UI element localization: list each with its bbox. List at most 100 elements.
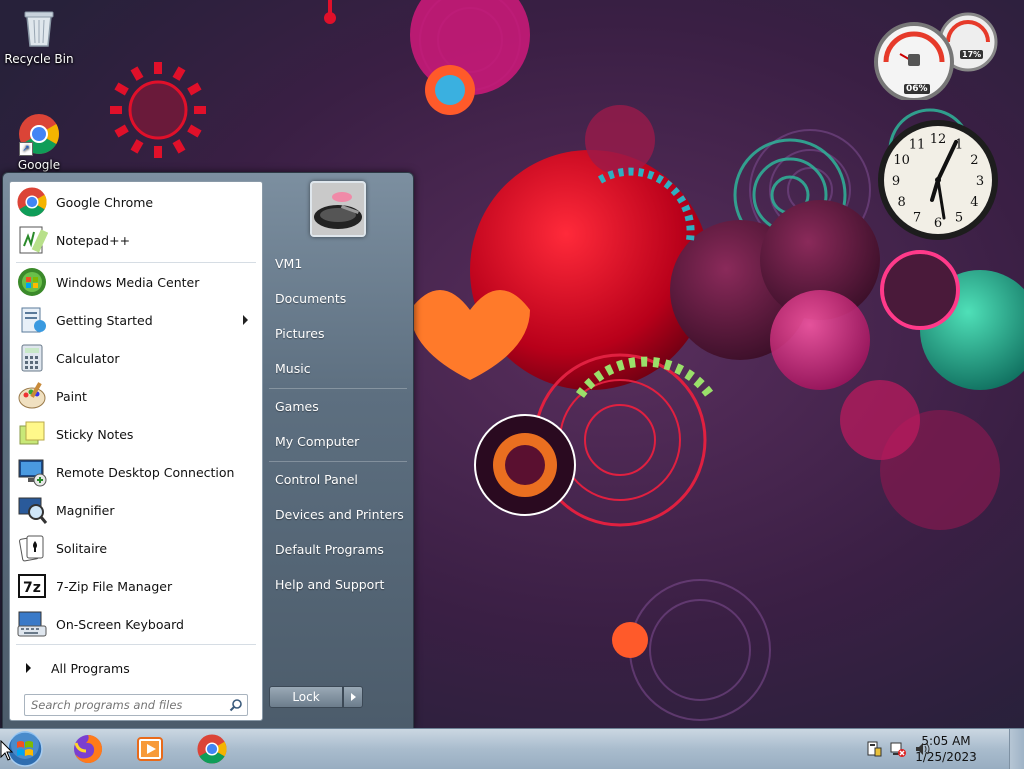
taskbar-firefox[interactable] — [62, 731, 114, 767]
getting-started-icon — [16, 304, 48, 336]
program-sticky-notes[interactable]: Sticky Notes — [12, 416, 260, 452]
place-link-devices-and-printers[interactable]: Devices and Printers — [275, 501, 409, 529]
submenu-arrow-icon — [243, 315, 248, 325]
program-calculator[interactable]: Calculator — [12, 340, 260, 376]
places-separator-2 — [269, 461, 407, 462]
lock-button[interactable]: Lock — [269, 686, 343, 708]
start-menu: Google Chrome Notepad++ Windows Media Cent… — [2, 172, 414, 730]
place-link-help-and-support[interactable]: Help and Support — [275, 571, 409, 599]
program-label: Calculator — [56, 350, 120, 366]
program-label: 7-Zip File Manager — [56, 578, 173, 594]
clock-number: 2 — [970, 153, 978, 168]
7zip-icon: 7z — [16, 570, 48, 602]
program-label: Notepad++ — [56, 232, 131, 248]
cpu-usage-readout: 06% — [904, 84, 930, 94]
program-remote-desktop-connection[interactable]: Remote Desktop Connection — [12, 454, 260, 490]
place-link-vm1[interactable]: VM1 — [275, 250, 409, 278]
pinned-separator — [16, 262, 256, 263]
keyboard-icon — [16, 608, 48, 640]
start-menu-places-pane: VM1 Documents Pictures Music Games My Compute… — [265, 173, 411, 729]
search-input[interactable] — [29, 697, 225, 713]
place-link-pictures[interactable]: Pictures — [275, 320, 409, 348]
show-desktop-button[interactable] — [1009, 729, 1024, 769]
magnifier-icon — [16, 494, 48, 526]
clock-number: 7 — [913, 210, 921, 225]
program-paint[interactable]: Paint — [12, 378, 260, 414]
media-center-icon — [16, 266, 48, 298]
program-label: Magnifier — [56, 502, 115, 518]
desktop-icon-google-chrome[interactable]: ↗ Google — [1, 112, 77, 172]
user-avatar-icon — [312, 183, 364, 235]
shortcut-arrow-icon: ↗ — [19, 142, 33, 156]
program-label: Paint — [56, 388, 87, 404]
program-getting-started[interactable]: Getting Started — [12, 302, 260, 338]
start-menu-programs-pane: Google Chrome Notepad++ Windows Media Cent… — [9, 181, 263, 721]
chrome-icon — [16, 186, 48, 218]
start-search-box[interactable] — [24, 694, 248, 716]
clock-number: 10 — [893, 153, 910, 168]
svg-text:7z: 7z — [23, 580, 41, 596]
program-notepad[interactable]: Notepad++ — [12, 222, 260, 258]
program-label: Google Chrome — [56, 194, 154, 210]
clock-number: 4 — [970, 195, 978, 210]
firefox-icon — [74, 734, 103, 763]
program-solitaire[interactable]: Solitaire — [12, 530, 260, 566]
taskbar-chrome[interactable] — [186, 731, 238, 767]
program-label: Remote Desktop Connection — [56, 464, 235, 480]
place-link-default-programs[interactable]: Default Programs — [275, 536, 409, 564]
search-icon — [229, 699, 242, 712]
clock-number: 12 — [930, 132, 947, 147]
system-clock[interactable]: 5:05 AM 1/25/2023 — [906, 733, 986, 765]
place-link-documents[interactable]: Documents — [275, 285, 409, 313]
program-label: Windows Media Center — [56, 274, 200, 290]
mouse-cursor — [0, 740, 14, 761]
program-label: Solitaire — [56, 540, 108, 556]
clock-number: 3 — [976, 174, 984, 189]
cpu-meter-gadget[interactable]: 06% 17% — [874, 10, 1002, 102]
program-label: Getting Started — [56, 312, 153, 328]
clock-face: 12 1234567891011 — [878, 120, 998, 240]
desktop-icon-label: Recycle Bin — [4, 52, 74, 66]
program-windows-media-center[interactable]: Windows Media Center — [12, 264, 260, 300]
program-google-chrome[interactable]: Google Chrome — [12, 184, 260, 220]
chevron-right-icon — [26, 663, 31, 673]
program-on-screen-keyboard[interactable]: On-Screen Keyboard — [12, 606, 260, 642]
tray-network-icon[interactable] — [890, 741, 906, 757]
tray-action-center-icon[interactable] — [866, 741, 882, 757]
clock-date: 1/25/2023 — [915, 750, 977, 764]
place-link-games[interactable]: Games — [275, 393, 409, 421]
remote-desktop-icon — [16, 456, 48, 488]
place-link-music[interactable]: Music — [275, 355, 409, 383]
solitaire-icon — [16, 532, 48, 564]
program-label: Sticky Notes — [56, 426, 134, 442]
chrome-icon: ↗ — [17, 112, 61, 156]
all-programs-label: All Programs — [51, 660, 130, 676]
memory-usage-readout: 17% — [960, 50, 984, 59]
desktop-icon-label: Google — [17, 158, 61, 172]
clock-number: 9 — [892, 174, 900, 189]
all-programs-button[interactable]: All Programs — [12, 654, 260, 682]
notepadpp-icon — [16, 224, 49, 256]
sticky-notes-icon — [16, 418, 48, 450]
place-link-control-panel[interactable]: Control Panel — [275, 466, 409, 494]
clock-number: 8 — [897, 195, 905, 210]
program-label: On-Screen Keyboard — [56, 616, 184, 632]
clock-number: 5 — [955, 210, 963, 225]
taskbar-media-player[interactable] — [124, 731, 176, 767]
clock-number: 6 — [934, 216, 942, 231]
recycle-bin-icon — [17, 6, 61, 50]
program-magnifier[interactable]: Magnifier — [12, 492, 260, 528]
shutdown-options-button[interactable] — [343, 686, 363, 708]
user-picture[interactable] — [310, 181, 366, 237]
place-link-my-computer[interactable]: My Computer — [275, 428, 409, 456]
desktop-icon-recycle-bin[interactable]: Recycle Bin — [1, 6, 77, 66]
all-programs-separator — [16, 644, 256, 645]
chrome-icon — [197, 734, 227, 764]
clock-number: 11 — [909, 138, 926, 153]
clock-gadget[interactable]: 12 1 2 3 4 5 6 7 8 9 10 11 — [876, 118, 1000, 242]
media-player-icon — [137, 737, 163, 761]
taskbar: 5:05 AM 1/25/2023 — [0, 728, 1024, 769]
clock-time: 5:05 AM — [921, 734, 971, 748]
program-7-zip-file-manager[interactable]: 7z 7-Zip File Manager — [12, 568, 260, 604]
places-separator-1 — [269, 388, 407, 389]
